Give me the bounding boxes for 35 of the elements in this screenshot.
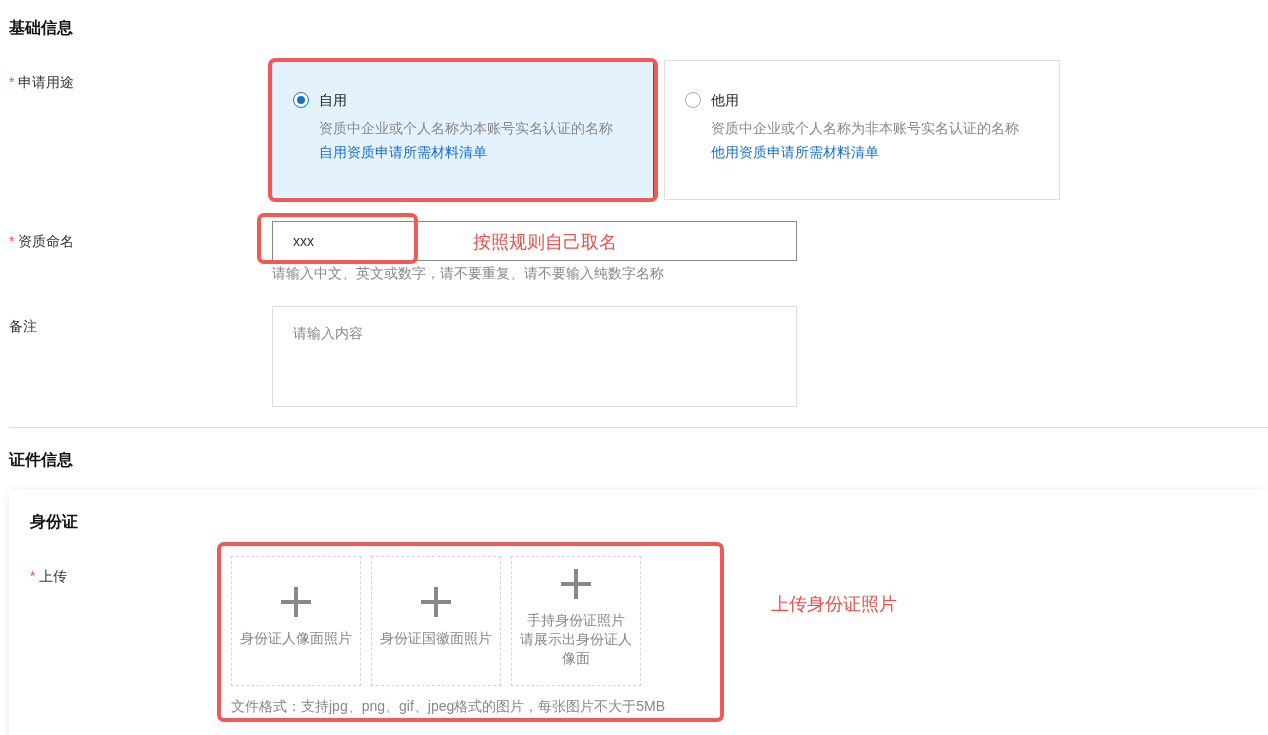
remark-textarea[interactable]: 请输入内容 xyxy=(272,306,797,407)
tile-caption: 身份证国徽面照片 xyxy=(379,629,493,648)
format-hint: 文件格式：支持jpg、png、gif、jpeg格式的图片，每张图片不大于5MB xyxy=(231,697,667,716)
plus-icon xyxy=(421,587,451,617)
plus-icon xyxy=(561,569,591,599)
section-title: 基础信息 xyxy=(9,18,74,38)
required-asterisk: * xyxy=(9,233,15,249)
tile-caption: 身份证人像面照片 xyxy=(239,629,353,648)
field-label: 资质命名 xyxy=(18,233,75,249)
option-description: 资质中企业或个人名称为本账号实名认证的名称 xyxy=(319,119,613,138)
field-label: 备注 xyxy=(9,318,37,334)
option-title: 自用 xyxy=(319,91,347,110)
required-asterisk: * xyxy=(9,74,15,90)
annotation-text: 上传身份证照片 xyxy=(771,593,897,615)
section-title: 证件信息 xyxy=(9,450,74,470)
option-card[interactable]: 自用 资质中企业或个人名称为本账号实名认证的名称 自用资质申请所需材料清单 xyxy=(272,60,655,200)
required-asterisk: * xyxy=(30,568,36,584)
option-title: 他用 xyxy=(711,91,739,110)
field-label: 上传 xyxy=(39,568,68,584)
card-title: 身份证 xyxy=(30,512,79,532)
annotation-text: 按照规则自己取名 xyxy=(473,231,617,253)
materials-link[interactable]: 自用资质申请所需材料清单 xyxy=(319,142,487,162)
tile-caption: 手持身份证照片 xyxy=(526,611,626,630)
option-description: 资质中企业或个人名称为非本账号实名认证的名称 xyxy=(711,119,1019,138)
plus-icon xyxy=(281,587,311,617)
tile-caption: 请展示出身份证人像面 xyxy=(519,630,633,668)
field-hint: 请输入中文、英文或数字，请不要重复、请不要输入纯数字名称 xyxy=(272,264,665,283)
radio-button[interactable] xyxy=(685,92,701,108)
radio-button[interactable] xyxy=(293,92,309,108)
field-label: 申请用途 xyxy=(18,74,75,90)
upload-tile[interactable]: 身份证人像面照片 xyxy=(231,556,361,686)
option-card[interactable]: 他用 资质中企业或个人名称为非本账号实名认证的名称 他用资质申请所需材料清单 xyxy=(664,60,1060,200)
upload-tile[interactable]: 手持身份证照片 请展示出身份证人像面 xyxy=(511,556,641,686)
materials-link[interactable]: 他用资质申请所需材料清单 xyxy=(711,142,879,162)
upload-tile[interactable]: 身份证国徽面照片 xyxy=(371,556,501,686)
